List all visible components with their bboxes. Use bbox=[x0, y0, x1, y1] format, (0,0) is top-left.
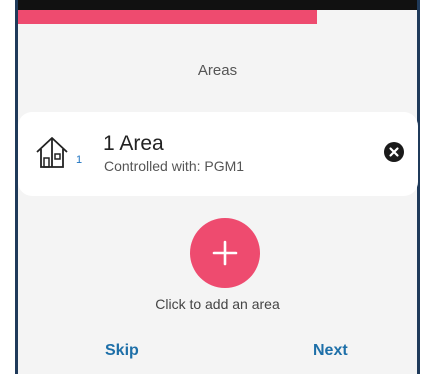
area-name: 1 Area bbox=[103, 132, 164, 155]
progress-bar bbox=[18, 10, 417, 24]
house-icon bbox=[36, 137, 68, 168]
area-controlled-with: Controlled with: PGM1 bbox=[104, 158, 245, 174]
add-area-button[interactable] bbox=[190, 218, 260, 288]
add-area-label: Click to add an area bbox=[155, 296, 280, 312]
area-count-badge: 1 bbox=[76, 154, 83, 166]
app-screen: Areas 1 1 Area Controlled with: PGM1 Cli… bbox=[15, 0, 420, 374]
page-title: Areas bbox=[197, 62, 238, 79]
top-bar bbox=[18, 0, 417, 10]
next-button[interactable]: Next bbox=[313, 342, 348, 360]
close-circle-icon bbox=[389, 147, 399, 157]
plus-icon bbox=[212, 240, 238, 266]
skip-button[interactable]: Skip bbox=[105, 342, 139, 360]
remove-area-button[interactable] bbox=[384, 142, 404, 162]
area-card[interactable]: 1 1 Area Controlled with: PGM1 bbox=[18, 112, 418, 196]
progress-fill bbox=[18, 10, 318, 24]
